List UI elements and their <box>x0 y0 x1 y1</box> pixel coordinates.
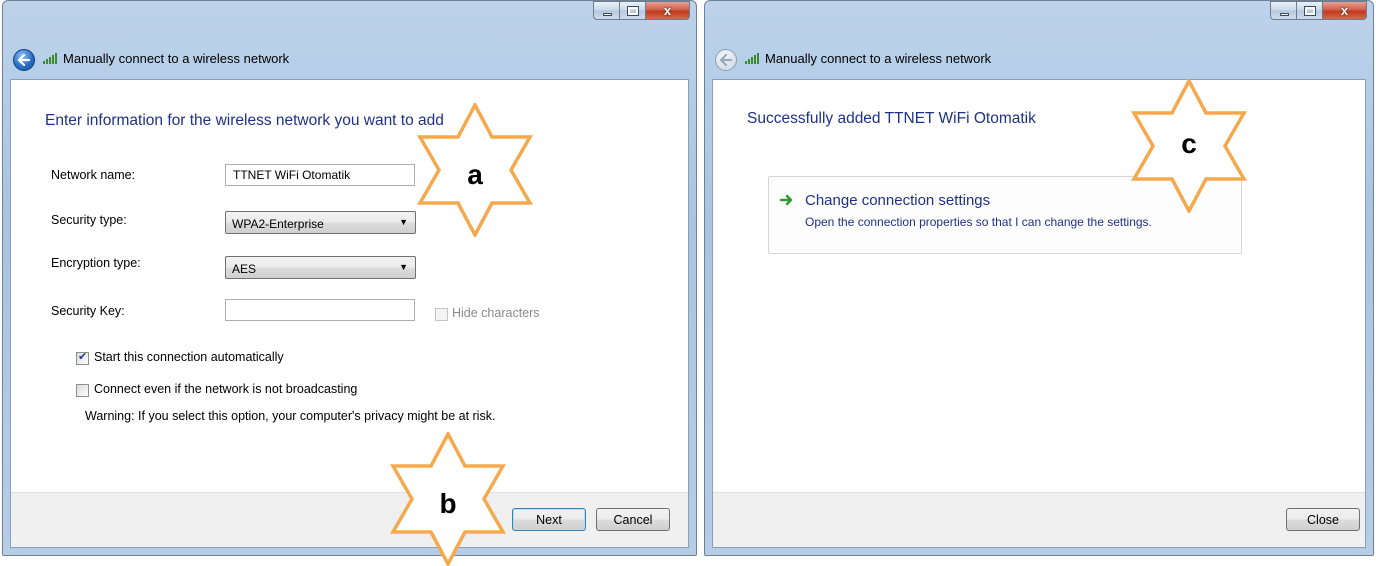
header-title: Manually connect to a wireless network <box>63 51 290 66</box>
encryption-type-select[interactable]: AES ▼ <box>225 256 416 279</box>
star-label-b: b <box>439 488 457 519</box>
maximize-icon <box>627 6 639 16</box>
content-area: Enter information for the wireless netwo… <box>10 79 689 548</box>
back-arrow-icon <box>17 53 31 67</box>
close-icon: x <box>1340 3 1349 18</box>
close-window-button[interactable]: x <box>646 1 690 20</box>
security-type-select[interactable]: WPA2-Enterprise ▼ <box>225 211 416 234</box>
encryption-type-value: AES <box>232 262 257 276</box>
left-window: x Manually connect to a wireless network… <box>2 0 697 556</box>
privacy-warning: Warning: If you select this option, your… <box>85 409 496 423</box>
success-title: Successfully added TTNET WiFi Otomatik <box>747 110 1036 127</box>
network-name-label: Network name: <box>51 168 136 182</box>
security-type-value: WPA2-Enterprise <box>232 217 324 231</box>
star-label-a: a <box>467 159 483 190</box>
security-type-label: Security type: <box>51 213 127 227</box>
encryption-type-label: Encryption type: <box>51 256 141 270</box>
wireless-signal-icon <box>745 53 759 64</box>
security-key-label: Security Key: <box>51 304 125 318</box>
close-icon: x <box>663 3 672 18</box>
background-blur <box>15 5 556 19</box>
green-arrow-icon <box>780 194 793 206</box>
cancel-button[interactable]: Cancel <box>596 508 670 531</box>
minimize-button[interactable] <box>1270 1 1297 20</box>
hide-characters-label: Hide characters <box>452 306 540 320</box>
content-area: Successfully added TTNET WiFi Otomatik C… <box>712 79 1366 548</box>
header-title: Manually connect to a wireless network <box>765 51 992 66</box>
network-name-input[interactable] <box>225 164 415 186</box>
wireless-signal-icon <box>43 53 57 64</box>
connect-even-checkbox[interactable] <box>76 384 89 397</box>
link-title: Change connection settings <box>805 192 991 209</box>
next-button[interactable]: Next <box>512 508 586 531</box>
back-arrow-icon <box>719 53 733 67</box>
minimize-icon <box>603 13 612 16</box>
main-instruction: Enter information for the wireless netwo… <box>45 112 444 129</box>
security-key-input[interactable] <box>225 299 415 321</box>
maximize-icon <box>1304 6 1316 16</box>
minimize-icon <box>1280 13 1289 16</box>
start-automatically-label: Start this connection automatically <box>94 350 284 364</box>
back-button[interactable] <box>13 49 35 71</box>
minimize-button[interactable] <box>593 1 620 20</box>
connect-even-label: Connect even if the network is not broad… <box>94 382 358 396</box>
link-description: Open the connection properties so that I… <box>805 215 1152 229</box>
start-automatically-checkbox[interactable] <box>76 350 89 365</box>
dropdown-arrow-icon: ▼ <box>399 217 408 227</box>
star-label-c: c <box>1181 128 1197 159</box>
background-blur <box>717 5 1233 19</box>
right-window: x Manually connect to a wireless network… <box>704 0 1374 556</box>
close-button[interactable]: Close <box>1286 508 1360 531</box>
caption-buttons: x <box>1270 1 1367 20</box>
dropdown-arrow-icon: ▼ <box>399 262 408 272</box>
maximize-button[interactable] <box>1297 1 1323 20</box>
maximize-button[interactable] <box>620 1 646 20</box>
footer-bar: Next Cancel <box>11 492 688 547</box>
caption-buttons: x <box>593 1 690 20</box>
footer-bar: Close <box>713 492 1365 547</box>
back-button-disabled[interactable] <box>715 49 737 71</box>
close-window-button[interactable]: x <box>1323 1 1367 20</box>
hide-characters-checkbox[interactable] <box>435 308 448 321</box>
